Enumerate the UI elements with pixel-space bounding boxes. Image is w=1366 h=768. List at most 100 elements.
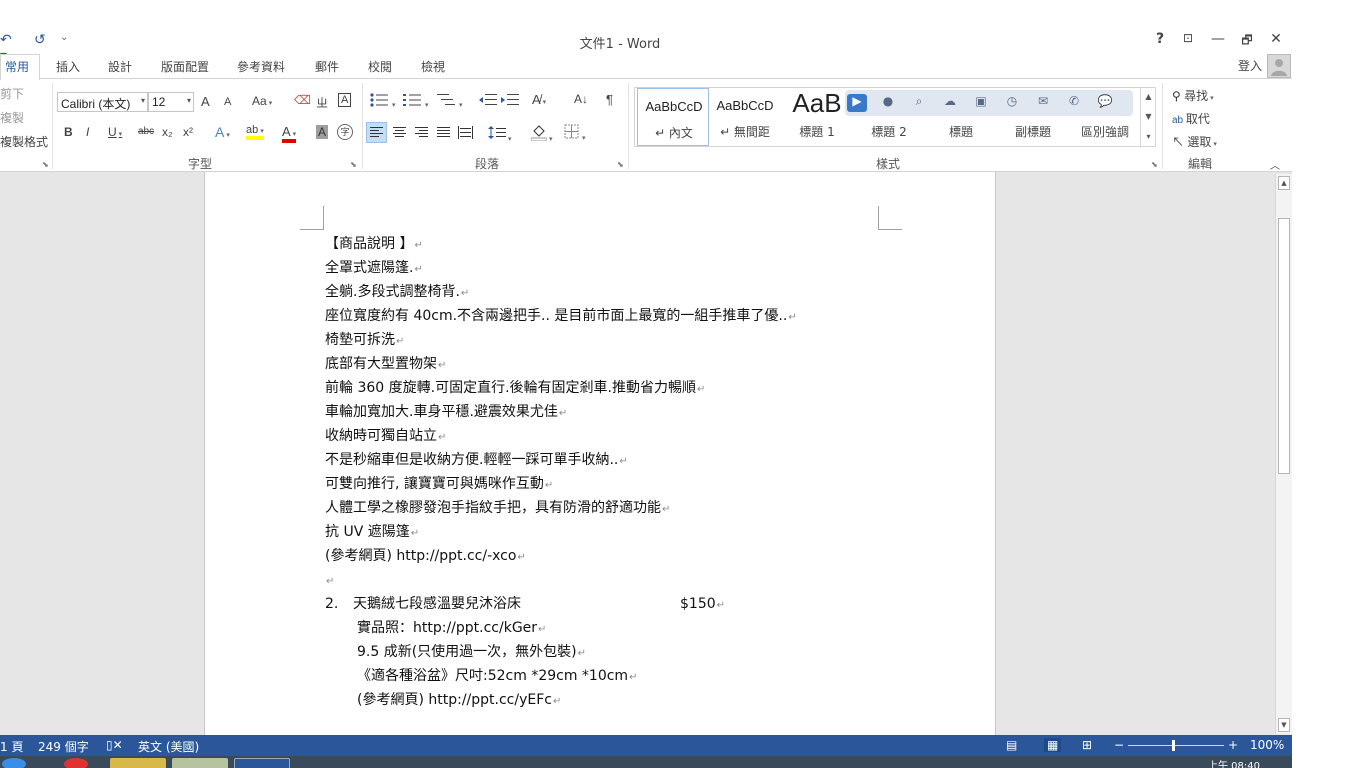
start-orb-icon[interactable]	[2, 758, 26, 768]
zoom-slider[interactable]	[1128, 745, 1224, 746]
sort-button[interactable]: A↓	[574, 92, 588, 106]
vertical-scrollbar[interactable]: ▲ ▼	[1275, 174, 1292, 734]
signin-link[interactable]: 登入	[1238, 57, 1262, 74]
scroll-down-button[interactable]: ▼	[1278, 718, 1290, 732]
phone-icon[interactable]: ✆	[1064, 94, 1084, 112]
character-border-button[interactable]: A	[338, 93, 352, 107]
gallery-down-button[interactable]: ▼	[1141, 107, 1156, 127]
mail-icon[interactable]: ✉	[1033, 94, 1053, 112]
restore-button[interactable]: 🗗	[1237, 31, 1257, 52]
text-effects-button[interactable]: A ▾	[215, 124, 230, 140]
justify-button[interactable]	[435, 124, 452, 144]
camera-icon[interactable]: ▣	[971, 94, 991, 112]
document-body[interactable]: 【商品說明 】↵ 全罩式遮陽篷.↵ 全躺.多段式調整椅背.↵ 座位寬度約有 40…	[325, 232, 885, 712]
clock-icon[interactable]: ◷	[1002, 94, 1022, 112]
replace-button[interactable]: ab 取代	[1172, 110, 1210, 127]
word-count[interactable]: 249 個字	[38, 738, 89, 755]
font-name-combo[interactable]: Calibri (本文) ▾	[57, 92, 148, 112]
italic-button[interactable]: I	[86, 125, 89, 139]
borders-button[interactable]: ▾	[564, 124, 586, 143]
search-icon[interactable]: ⌕	[909, 94, 929, 112]
proofing-icon[interactable]: ▯✕	[106, 738, 123, 752]
clear-format-button[interactable]: ⌫	[294, 93, 311, 107]
font-size-combo[interactable]: 12 ▾	[148, 92, 194, 112]
tab-design[interactable]: 設計	[108, 58, 132, 75]
enclose-characters-button[interactable]: 字	[337, 124, 353, 140]
font-color-button[interactable]: A ▾	[282, 124, 297, 143]
increase-indent-button[interactable]	[501, 93, 519, 110]
read-mode-icon[interactable]: ▤	[1006, 738, 1017, 752]
decrease-indent-button[interactable]	[479, 93, 497, 110]
strikethrough-button[interactable]: abc	[138, 126, 154, 137]
tab-mailings[interactable]: 郵件	[315, 58, 339, 75]
folder-taskbar-item[interactable]	[172, 758, 228, 768]
collapse-ribbon-button[interactable]: ︿	[1270, 157, 1280, 172]
tab-references[interactable]: 參考資料	[237, 58, 285, 75]
web-layout-icon[interactable]: ⊞	[1082, 738, 1092, 752]
print-layout-icon[interactable]: ▦	[1044, 738, 1062, 752]
phonetic-guide-button[interactable]: ㄓ	[316, 94, 328, 111]
select-button[interactable]: ↖ 選取 ▾	[1172, 133, 1217, 150]
styles-launcher[interactable]: ⬊	[1151, 160, 1158, 169]
distributed-button[interactable]	[457, 124, 474, 144]
style-heading-1[interactable]: AaB 標題 1	[781, 88, 853, 146]
chat-icon[interactable]: 💬	[1095, 94, 1115, 112]
align-right-button[interactable]	[413, 124, 430, 144]
character-shading-button[interactable]: A	[316, 125, 329, 139]
format-painter-button[interactable]: 複製格式	[0, 133, 48, 150]
style-no-spacing[interactable]: AaBbCcD ↵ 無間距	[709, 88, 781, 146]
grow-font-button[interactable]: A	[201, 94, 210, 109]
superscript-button[interactable]: x²	[183, 125, 193, 139]
page-count[interactable]: 1 頁	[0, 738, 23, 755]
zoom-out-button[interactable]: −	[1114, 738, 1124, 752]
style-normal[interactable]: AaBbCcD ↵ 內文	[637, 88, 709, 146]
highlight-button[interactable]: ab ▾	[246, 124, 264, 140]
multilevel-list-button[interactable]: ▾	[437, 93, 463, 110]
language-indicator[interactable]: 英文 (美國)	[138, 738, 199, 755]
tab-review[interactable]: 校閱	[368, 58, 392, 75]
minimize-button[interactable]: —	[1208, 31, 1228, 47]
font-launcher[interactable]: ⬊	[350, 160, 357, 169]
tab-view[interactable]: 檢視	[421, 58, 445, 75]
clipboard-launcher[interactable]: ⬊	[42, 160, 49, 169]
help-button[interactable]: ?	[1150, 31, 1170, 47]
doc-line: 9.5 成新(只使用過一次，無外包裝)↵	[357, 644, 587, 660]
numbering-button[interactable]: ▾	[403, 93, 429, 110]
underline-button[interactable]: U ▾	[108, 125, 122, 139]
align-left-button[interactable]	[366, 122, 387, 143]
show-marks-button[interactable]: ¶	[606, 92, 613, 107]
scroll-thumb[interactable]	[1278, 218, 1290, 474]
zoom-in-button[interactable]: +	[1228, 738, 1238, 752]
tab-insert[interactable]: 插入	[56, 58, 80, 75]
cut-button[interactable]: 剪下	[0, 85, 24, 102]
gallery-up-button[interactable]: ▲	[1141, 87, 1156, 107]
user-icon[interactable]: ●	[878, 94, 898, 112]
document-page[interactable]: 【商品說明 】↵ 全罩式遮陽篷.↵ 全躺.多段式調整椅背.↵ 座位寬度約有 40…	[204, 172, 996, 735]
line-spacing-button[interactable]: ▾	[488, 124, 512, 144]
zoom-level[interactable]: 100%	[1250, 738, 1284, 752]
zoom-slider-thumb[interactable]	[1172, 740, 1175, 751]
close-button[interactable]: ✕	[1266, 31, 1286, 47]
shading-button[interactable]: ▾	[530, 124, 553, 144]
ribbon-display-options-button[interactable]: ⊡	[1178, 31, 1198, 45]
play-icon[interactable]: ▶	[847, 94, 867, 112]
paragraph-launcher[interactable]: ⬊	[617, 160, 624, 169]
word-taskbar-item[interactable]	[234, 758, 290, 768]
scroll-up-button[interactable]: ▲	[1278, 176, 1290, 190]
shrink-font-button[interactable]: A	[224, 96, 231, 108]
avatar[interactable]	[1267, 54, 1291, 78]
tab-layout[interactable]: 版面配置	[161, 58, 209, 75]
change-case-button[interactable]: Aa ▾	[252, 94, 272, 108]
explorer-taskbar-item[interactable]	[110, 758, 166, 768]
cloud-lock-icon[interactable]: ☁	[940, 94, 960, 112]
align-center-button[interactable]	[391, 124, 408, 144]
browser-icon[interactable]	[64, 758, 88, 768]
find-button[interactable]: ⚲ 尋找 ▾	[1172, 87, 1214, 104]
copy-button[interactable]: 複製	[0, 109, 24, 126]
asian-layout-button[interactable]: A̸ ▾	[532, 92, 546, 107]
tab-home[interactable]: 常用	[0, 54, 41, 80]
subscript-button[interactable]: x₂	[162, 125, 173, 139]
gallery-more-button[interactable]: ▾	[1141, 127, 1156, 147]
bold-button[interactable]: B	[64, 125, 73, 139]
bullets-button[interactable]: ▾	[370, 93, 396, 110]
